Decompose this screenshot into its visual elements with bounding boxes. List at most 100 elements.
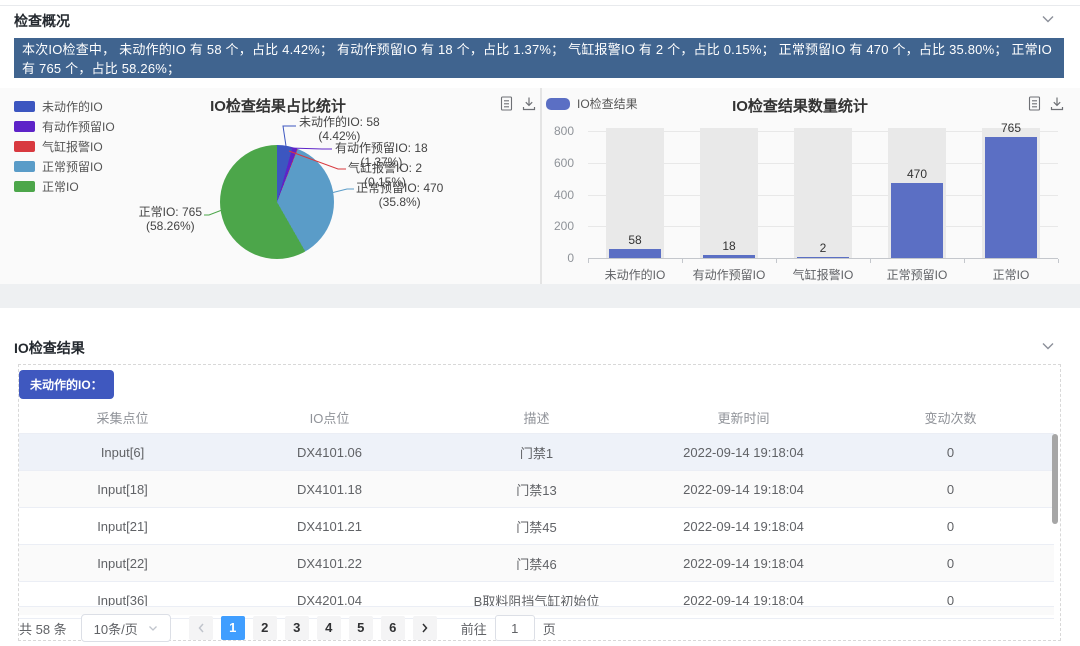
legend-label: IO检查结果 (577, 95, 638, 112)
overview-collapse-chevron-icon[interactable] (1040, 11, 1056, 27)
table-cell: 0 (847, 471, 1054, 508)
legend-chip (14, 121, 35, 132)
x-axis-label: 气缸报警IO (776, 266, 870, 283)
bar[interactable] (703, 255, 755, 258)
legend-chip (546, 98, 570, 110)
table-cell: DX4101.22 (226, 545, 433, 582)
data-view-icon[interactable] (500, 96, 513, 111)
legend-item[interactable]: 有动作预留IO (14, 116, 115, 136)
table-cell: Input[18] (19, 471, 226, 508)
bar[interactable] (797, 257, 849, 258)
pie-toolbox (500, 96, 536, 111)
x-axis-label: 有动作预留IO (682, 266, 776, 283)
bar[interactable] (891, 183, 943, 258)
axis-tick (1058, 259, 1059, 263)
table-row: Input[22]DX4101.22门禁462022-09-14 19:18:0… (19, 545, 1054, 582)
y-axis-label: 400 (538, 188, 574, 202)
bar-toolbox (1028, 96, 1064, 111)
page-button[interactable]: 6 (381, 616, 405, 640)
axis-tick (964, 259, 965, 263)
legend-item[interactable]: 正常IO (14, 176, 115, 196)
table-cell: Input[6] (19, 434, 226, 471)
bar-plot: 58未动作的IO18有动作预留IO2气缸报警IO470正常预留IO765正常IO (588, 128, 1058, 276)
y-axis-label: 200 (538, 219, 574, 233)
page-button[interactable]: 4 (317, 616, 341, 640)
overview-section-title: 检查概况 (14, 11, 70, 31)
x-axis-line (588, 258, 1058, 259)
bar-value-label: 2 (776, 241, 870, 255)
table-cell: 门禁1 (433, 434, 640, 471)
page-button[interactable]: 5 (349, 616, 373, 640)
bar[interactable] (609, 249, 661, 258)
legend-chip (14, 141, 35, 152)
table-cell: 门禁45 (433, 508, 640, 545)
top-divider (0, 5, 1080, 6)
bar-background-band (794, 128, 852, 258)
pie-chart[interactable] (220, 145, 334, 259)
bar-value-label: 18 (682, 239, 776, 253)
page-button[interactable]: 3 (285, 616, 309, 640)
pagination-total: 共 58 条 (19, 619, 67, 638)
chevron-left-icon (196, 622, 206, 634)
table-row: Input[6]DX4101.06门禁12022-09-14 19:18:040 (19, 434, 1054, 471)
bar-value-label: 58 (588, 233, 682, 247)
pie-chart-title: IO检查结果占比统计 (210, 95, 346, 116)
prev-page-button[interactable] (189, 616, 213, 640)
table-header-cell: IO点位 (226, 401, 433, 434)
pie-label: 正常IO: 765(58.26%) (139, 206, 202, 234)
table-cell: DX4101.21 (226, 508, 433, 545)
x-axis-label: 正常IO (964, 266, 1058, 283)
results-section-title: IO检查结果 (14, 338, 85, 358)
page-button[interactable]: 1 (221, 616, 245, 640)
axis-tick (588, 259, 589, 263)
download-icon[interactable] (522, 96, 536, 111)
data-view-icon[interactable] (1028, 96, 1041, 111)
legend-chip (14, 101, 35, 112)
table-cell: 门禁13 (433, 471, 640, 508)
goto-page-input[interactable] (495, 615, 535, 641)
next-page-button[interactable] (413, 616, 437, 640)
results-collapse-chevron-icon[interactable] (1040, 338, 1056, 354)
charts-section: 未动作的IO有动作预留IO气缸报警IO正常预留IO正常IO IO检查结果占比统计… (0, 88, 1080, 284)
goto-suffix: 页 (543, 619, 556, 638)
download-icon[interactable] (1050, 96, 1064, 111)
legend-item[interactable]: 正常预留IO (14, 156, 115, 176)
table-row: Input[18]DX4101.18门禁132022-09-14 19:18:0… (19, 471, 1054, 508)
page-button[interactable]: 2 (253, 616, 277, 640)
results-table: 采集点位IO点位描述更新时间变动次数 Input[6]DX4101.06门禁12… (19, 401, 1054, 619)
filter-category-button[interactable]: 未动作的IO： (19, 370, 114, 399)
legend-label: 有动作预留IO (42, 118, 115, 135)
legend-item[interactable]: 未动作的IO (14, 96, 115, 116)
x-axis-label: 正常预留IO (870, 266, 964, 283)
bar-legend[interactable]: IO检查结果 (546, 95, 638, 112)
pie-label: 正常预留IO: 470(35.8%) (356, 182, 443, 210)
results-panel: 未动作的IO： 采集点位IO点位描述更新时间变动次数 Input[6]DX410… (18, 364, 1061, 641)
table-header-cell: 更新时间 (640, 401, 847, 434)
table-scrollbar[interactable] (1052, 434, 1058, 524)
x-axis-label: 未动作的IO (588, 266, 682, 283)
legend-label: 气缸报警IO (42, 138, 103, 155)
legend-item[interactable]: 气缸报警IO (14, 136, 115, 156)
table-header-cell: 采集点位 (19, 401, 226, 434)
table-cell: 2022-09-14 19:18:04 (640, 545, 847, 582)
legend-chip (14, 181, 35, 192)
legend-label: 正常IO (42, 178, 79, 195)
chevron-down-icon (148, 623, 158, 633)
legend-chip (14, 161, 35, 172)
table-header: 采集点位IO点位描述更新时间变动次数 (19, 401, 1054, 434)
goto-label: 前往 (461, 619, 487, 638)
pie-legend: 未动作的IO 有动作预留IO 气缸报警IO正常预留IO 正常IO (14, 96, 115, 196)
axis-tick (682, 259, 683, 263)
table-cell: 2022-09-14 19:18:04 (640, 471, 847, 508)
table-cell: DX4101.06 (226, 434, 433, 471)
results-section: IO检查结果 未动作的IO： 采集点位IO点位描述更新时间变动次数 Input[… (0, 308, 1080, 646)
summary-banner: 本次IO检查中， 未动作的IO 有 58 个，占比 4.42%； 有动作预留IO… (14, 38, 1064, 78)
page-buttons: 123456 (217, 616, 409, 640)
page-size-select[interactable]: 10条/页 (81, 614, 171, 642)
pagination: 共 58 条 10条/页 123456 前往 页 (19, 614, 1060, 642)
bar-value-label: 470 (870, 167, 964, 181)
table-header-cell: 变动次数 (847, 401, 1054, 434)
bar[interactable] (985, 137, 1037, 258)
table-header-cell: 描述 (433, 401, 640, 434)
table-body: Input[6]DX4101.06门禁12022-09-14 19:18:040… (19, 434, 1054, 619)
